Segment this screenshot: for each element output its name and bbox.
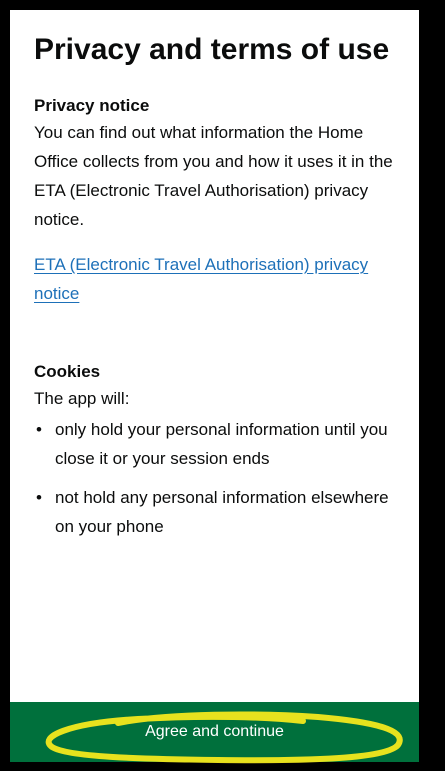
cookies-heading: Cookies [34, 362, 101, 381]
page-title: Privacy and terms of use [34, 33, 390, 66]
privacy-notice-heading: Privacy notice [34, 96, 150, 115]
agree-and-continue-button[interactable]: Agree and continue [133, 722, 296, 742]
list-item-text: only hold your personal information unti… [55, 420, 388, 468]
bullet-icon: • [36, 488, 42, 507]
privacy-notice-text: You can find out what information the Ho… [34, 123, 393, 229]
list-item: • not hold any personal information else… [34, 483, 401, 541]
list-item: • only hold your personal information un… [34, 415, 401, 473]
cookies-list: • only hold your personal information un… [34, 415, 401, 541]
phone-screen: Privacy and terms of use Privacy notice … [10, 10, 419, 762]
bullet-icon: • [36, 420, 42, 439]
footer-bar: Agree and continue [10, 702, 419, 762]
list-item-text: not hold any personal information elsewh… [55, 488, 389, 536]
privacy-notice-link[interactable]: ETA (Electronic Travel Authorisation) pr… [34, 250, 401, 308]
cookies-intro: The app will: [34, 389, 130, 408]
main-content: Privacy and terms of use Privacy notice … [34, 10, 401, 551]
